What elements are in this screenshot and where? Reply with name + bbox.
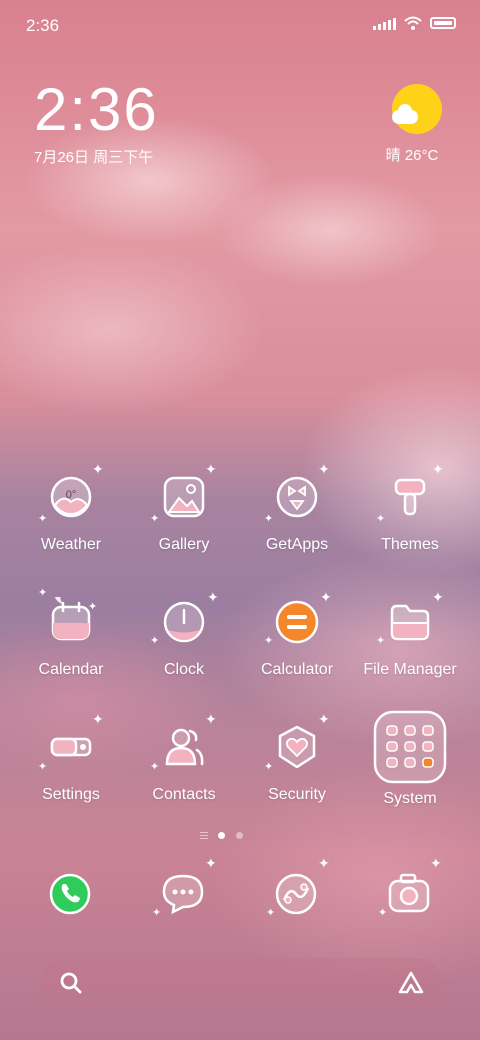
system-folder-icon (373, 710, 447, 784)
app-clock[interactable]: Clock (129, 597, 239, 679)
sparkle-icon: ✦ (432, 461, 444, 477)
search-bar[interactable] (40, 958, 442, 1008)
app-gallery[interactable]: Gallery (129, 472, 239, 554)
app-contacts[interactable]: Contacts (129, 722, 239, 804)
sparkle-icon: ✦ (92, 461, 104, 477)
app-label: Clock (163, 661, 204, 678)
app-system-folder[interactable]: System (355, 710, 465, 808)
app-getapps[interactable]: GetApps (242, 472, 352, 554)
widget-time: 2:36 (34, 76, 159, 143)
app-label: Gallery (158, 536, 210, 553)
app-label: Calculator (260, 661, 334, 678)
sparkle-icon: ✦ (378, 907, 388, 919)
app-label: Settings (42, 786, 100, 803)
folder-icon (385, 597, 435, 647)
gallery-icon (159, 472, 209, 522)
weather-widget[interactable]: 晴 26°C (384, 84, 444, 165)
themes-icon (385, 472, 435, 522)
weather-badge: 0° (66, 489, 77, 501)
sparkle-icon: ✦ (207, 589, 219, 605)
sparkle-icon: ✦ (150, 513, 160, 525)
widget-date: 7月26日 周三下午 (34, 149, 154, 166)
phone-icon (49, 873, 91, 915)
signal-icon (373, 16, 396, 30)
sparkle-icon: ✦ (152, 907, 162, 919)
weather-condition: 晴 (385, 147, 401, 164)
weather-summary: 晴 26°C (380, 144, 444, 165)
sparkle-icon: ✦ (92, 711, 104, 727)
sparkle-icon: ✦ (318, 855, 330, 871)
sparkle-icon: ✦ (318, 461, 330, 477)
getapps-icon (272, 472, 322, 522)
app-security[interactable]: Security (242, 722, 352, 804)
clock-icon (159, 597, 209, 647)
sparkle-icon: ✦ (264, 513, 274, 525)
sparkle-icon: ✦ (320, 589, 332, 605)
app-label: Weather (40, 536, 102, 553)
app-label: Security (268, 786, 326, 803)
app-label: File Manager (363, 661, 457, 678)
status-bar: 2:36 (0, 0, 480, 50)
calculator-icon (272, 597, 322, 647)
sparkle-icon: ✦ (150, 761, 160, 773)
status-time: 2:36 (26, 16, 60, 35)
messages-icon (162, 874, 204, 915)
dock-messages[interactable] (153, 864, 213, 924)
sparkle-icon: ✦ (38, 587, 48, 599)
page-dot[interactable] (236, 832, 243, 839)
dock-camera[interactable] (379, 864, 439, 924)
sparkle-icon: ✦ (150, 635, 160, 647)
sparkle-icon: ✦ (205, 711, 217, 727)
app-calendar[interactable]: Calendar (16, 587, 126, 679)
wifi-icon (404, 16, 422, 30)
app-calculator[interactable]: Calculator (242, 597, 352, 679)
weather-temperature: 26°C (404, 147, 439, 164)
sparkle-icon: ✦ (432, 589, 444, 605)
sparkle-icon: ✦ (38, 761, 48, 773)
settings-toggle-icon (46, 722, 96, 772)
sparkle-icon: ✦ (205, 461, 217, 477)
sparkle-icon: ✦ (430, 855, 442, 871)
sparkle-icon: ✦ (88, 601, 98, 613)
app-label: System (383, 790, 437, 807)
battery-icon (430, 17, 456, 29)
sparkle-icon: ✦ (38, 513, 48, 525)
assistant-icon[interactable] (398, 971, 424, 995)
security-icon (272, 722, 322, 772)
search-icon[interactable] (60, 972, 82, 994)
sparkle-icon: ✦ (205, 855, 217, 871)
sparkle-icon: ✦ (264, 635, 274, 647)
dock-phone[interactable] (40, 864, 100, 924)
app-label: Calendar (38, 661, 104, 678)
weather-icon: 0° (46, 472, 96, 522)
app-weather[interactable]: 0° Weather (16, 472, 126, 554)
app-label: Themes (381, 536, 439, 553)
clock-widget[interactable]: 2:36 7月26日 周三下午 (34, 78, 159, 167)
sparkle-icon: ✦ (264, 761, 274, 773)
sun-cloud-icon (392, 84, 442, 134)
page-dot-active[interactable] (218, 832, 225, 839)
sparkle-icon: ✦ (318, 711, 330, 727)
app-settings[interactable]: Settings (16, 722, 126, 804)
app-label: Contacts (152, 786, 216, 803)
app-file-manager[interactable]: File Manager (355, 597, 465, 679)
app-themes[interactable]: Themes (355, 472, 465, 554)
app-label: GetApps (265, 536, 329, 553)
sparkle-icon: ✦ (376, 635, 386, 647)
sparkle-icon: ✦ (376, 513, 386, 525)
page-indicator[interactable] (0, 830, 480, 842)
app-drawer-menu-icon[interactable] (200, 832, 208, 840)
camera-icon (388, 873, 430, 913)
status-icons (373, 16, 456, 30)
contacts-icon (159, 722, 209, 772)
sparkle-icon: ✦ (266, 907, 276, 919)
